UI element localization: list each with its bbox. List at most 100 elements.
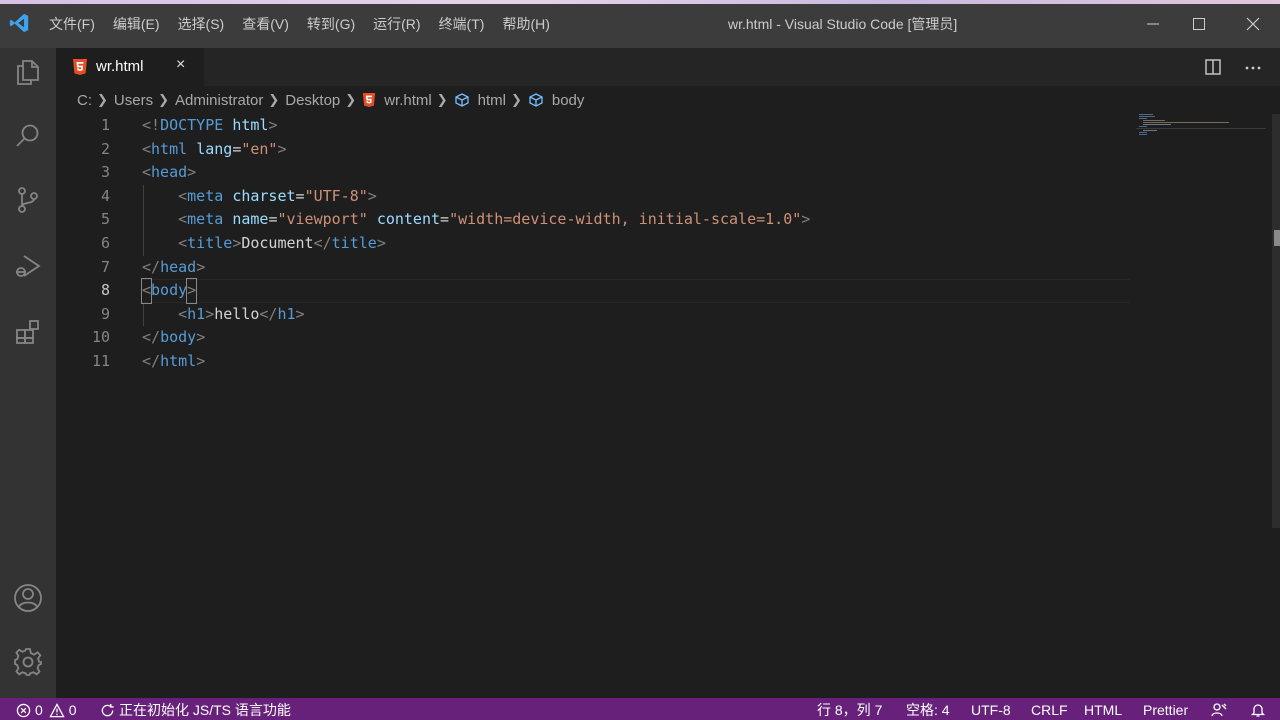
breadcrumb-file[interactable]: wr.html (362, 92, 432, 109)
run-debug-button[interactable] (6, 244, 50, 288)
menu-go[interactable]: 转到(G) (298, 14, 364, 34)
explorer-button[interactable] (6, 50, 50, 94)
html5-file-icon (73, 59, 87, 75)
close-window-button[interactable] (1230, 6, 1276, 42)
menu-terminal[interactable]: 终端(T) (430, 14, 494, 34)
vscode-logo-icon[interactable] (8, 12, 30, 34)
minimize-button[interactable] (1130, 6, 1176, 42)
scrollbar-thumb[interactable] (1274, 230, 1280, 246)
prettier-status[interactable]: Prettier (1143, 701, 1188, 719)
line-number: 9 (100, 304, 110, 323)
menu-help[interactable]: 帮助(H) (493, 14, 558, 34)
files-icon (17, 60, 39, 85)
problems-indicator[interactable]: 0 0 (16, 701, 77, 719)
feedback-person-icon (1211, 703, 1227, 717)
accounts-icon (14, 584, 42, 612)
minimap-line (1139, 132, 1147, 133)
breadcrumb-administrator[interactable]: Administrator (175, 92, 263, 109)
chevron-right-icon: ❯ (97, 92, 108, 107)
split-editor-button[interactable] (1202, 56, 1224, 78)
tab-close-button[interactable]: × (176, 56, 185, 74)
chevron-right-icon: ❯ (345, 92, 357, 107)
extensions-icon (16, 320, 39, 344)
menu-view[interactable]: 查看(V) (233, 14, 298, 34)
end-of-line[interactable]: CRLF (1031, 701, 1068, 719)
breadcrumb-body-label: body (551, 91, 585, 109)
split-editor-icon (1205, 59, 1221, 75)
chevron-right-icon: ❯ (158, 92, 169, 107)
breadcrumb-drive[interactable]: C: (77, 92, 92, 109)
breadcrumb: C: ❯ Users ❯ Administrator ❯ Desktop ❯ w… (56, 86, 1280, 114)
code-line-11: </html> (142, 352, 206, 370)
breadcrumb-desktop[interactable]: Desktop (285, 92, 340, 109)
chevron-right-icon: ❯ (268, 92, 280, 107)
minimap-line (1139, 114, 1153, 115)
title-bar: 文件(F) 编辑(E) 选择(S) 查看(V) 转到(G) 运行(R) 终端(T… (0, 0, 1280, 48)
line-number: 1 (100, 116, 110, 134)
warning-count: 0 (68, 702, 77, 718)
line-number: 4 (100, 186, 110, 205)
tab-wr-html[interactable]: wr.html × (56, 48, 204, 86)
code-line-1: <!DOCTYPE html> (142, 116, 278, 134)
minimap[interactable] (1136, 114, 1266, 154)
sync-spin-icon (101, 703, 114, 716)
source-control-button[interactable] (6, 178, 50, 222)
minimap-line (1139, 116, 1155, 117)
window-title: wr.html - Visual Studio Code [管理员] (600, 14, 1100, 34)
indentation[interactable]: 空格: 4 (906, 701, 950, 719)
chevron-right-icon: ❯ (436, 92, 448, 107)
status-bar: 0 0 正在初始化 JS/TS 语言功能 行 8，列 7 空格: 4 UTF-8… (0, 698, 1280, 720)
extensions-button[interactable] (6, 310, 50, 354)
close-icon (1246, 17, 1260, 31)
activity-bar (0, 48, 56, 698)
language-mode[interactable]: HTML (1084, 701, 1122, 719)
live-share-button[interactable] (1211, 701, 1231, 719)
code-line-4: <meta charset="UTF-8"> (178, 186, 377, 205)
more-actions-icon (1245, 66, 1261, 70)
code-line-6: <title>Document</title> (178, 234, 386, 252)
menu-run[interactable]: 运行(R) (364, 14, 429, 34)
menu-edit[interactable]: 编辑(E) (104, 14, 169, 34)
settings-gear-icon (14, 648, 42, 676)
minimap-line (1143, 122, 1229, 123)
editor-tabs-bar: wr.html × (56, 48, 1280, 86)
symbol-element-icon (454, 93, 469, 107)
line-number: 11 (91, 352, 110, 370)
chevron-right-icon: ❯ (510, 92, 522, 107)
encoding[interactable]: UTF-8 (971, 701, 1011, 719)
maximize-button[interactable] (1176, 6, 1222, 42)
menu-file[interactable]: 文件(F) (40, 14, 104, 34)
accounts-button[interactable] (6, 576, 50, 620)
code-line-8: <body> (140, 278, 198, 304)
code-line-3: <head> (142, 163, 197, 182)
symbol-element-icon (529, 93, 543, 107)
search-button[interactable] (6, 114, 50, 158)
more-actions-button[interactable] (1242, 56, 1264, 78)
breadcrumb-users[interactable]: Users (114, 92, 153, 109)
code-line-9: <h1>hello</h1> (178, 304, 305, 323)
code-editor[interactable]: 1 2 3 4 5 6 7 8 9 10 11 <!DOCTYPE html> … (56, 114, 1280, 698)
cursor-position[interactable]: 行 8，列 7 (817, 701, 882, 719)
line-number: 5 (100, 210, 110, 229)
error-count: 0 (35, 702, 43, 718)
minimap-line (1139, 134, 1147, 135)
notifications-button[interactable] (1250, 701, 1270, 719)
settings-button[interactable] (6, 640, 50, 684)
menu-selection[interactable]: 选择(S) (169, 14, 234, 34)
code-line-2: <html lang="en"> (142, 139, 287, 158)
bell-icon (1250, 704, 1266, 717)
breadcrumb-body[interactable]: body (528, 91, 585, 109)
breadcrumb-html[interactable]: html (454, 92, 506, 109)
line-number: 6 (100, 234, 110, 252)
menu-bar: 文件(F) 编辑(E) 选择(S) 查看(V) 转到(G) 运行(R) 终端(T… (40, 14, 559, 34)
language-service-progress[interactable]: 正在初始化 JS/TS 语言功能 (100, 701, 291, 719)
vertical-scrollbar[interactable] (1272, 114, 1280, 528)
window-title-text: wr.html - Visual Studio Code [管理员] (728, 16, 958, 32)
breadcrumb-file-label: wr.html (384, 91, 432, 109)
code-line-10: </body> (142, 328, 206, 347)
code-line-5: <meta name="viewport" content="width=dev… (178, 210, 811, 229)
tab-label: wr.html (96, 58, 144, 75)
progress-text: 正在初始化 JS/TS 语言功能 (119, 702, 291, 718)
minimap-line (1143, 124, 1171, 125)
minimap-current-line (1136, 128, 1266, 129)
